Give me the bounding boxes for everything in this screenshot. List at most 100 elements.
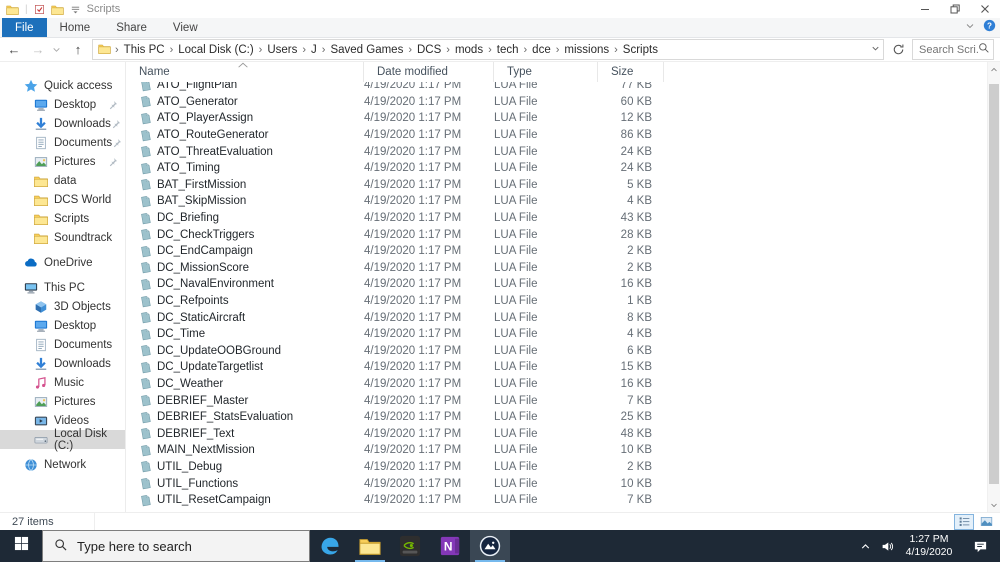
start-button[interactable] (0, 530, 42, 562)
tab-view[interactable]: View (160, 18, 211, 37)
sidebar-item-data[interactable]: data (0, 171, 125, 190)
taskbar-app-onenote[interactable]: N (430, 530, 470, 562)
sidebar-item-quick-access[interactable]: Quick access (0, 76, 125, 95)
sidebar-item-pictures[interactable]: Pictures (0, 152, 125, 171)
sidebar-item-dcs-world[interactable]: DCS World (0, 190, 125, 209)
taskbar-search[interactable]: Type here to search (42, 530, 310, 562)
breadcrumb-local-disk-c[interactable]: Local Disk (C:) (174, 44, 257, 56)
table-row[interactable]: DC_CheckTriggers 4/19/2020 1:17 PM LUA Fil… (126, 226, 987, 243)
customize-qat-chevron-icon[interactable] (70, 4, 81, 15)
breadcrumb-users[interactable]: Users (263, 44, 301, 56)
restore-button[interactable] (940, 0, 970, 18)
tab-home[interactable]: Home (47, 18, 104, 37)
table-row[interactable]: DC_EndCampaign 4/19/2020 1:17 PM LUA File 2… (126, 243, 987, 260)
close-button[interactable] (970, 0, 1000, 18)
tab-share[interactable]: Share (103, 18, 160, 37)
taskbar-app-active-app[interactable] (470, 530, 510, 562)
breadcrumb-scripts[interactable]: Scripts (619, 44, 662, 56)
file-date: 4/19/2020 1:17 PM (364, 195, 462, 208)
table-row[interactable]: ATO_PlayerAssign 4/19/2020 1:17 PM LUA Fil… (126, 110, 987, 127)
forward-button[interactable]: → (28, 40, 48, 60)
breadcrumb-mods[interactable]: mods (451, 44, 487, 56)
table-row[interactable]: DC_NavalEnvironment 4/19/2020 1:17 PM LUA … (126, 276, 987, 293)
table-row[interactable]: DEBRIEF_StatsEvaluation 4/19/2020 1:17 PM… (126, 409, 987, 426)
volume-icon[interactable] (876, 530, 898, 562)
expand-ribbon-chevron-icon[interactable] (964, 19, 976, 37)
action-center-icon[interactable] (960, 530, 1000, 562)
table-row[interactable]: DC_StaticAircraft 4/19/2020 1:17 PM LUA Fi… (126, 309, 987, 326)
taskbar-app-edge[interactable] (310, 530, 350, 562)
address-bar[interactable]: › This PC › Local Disk (C:) › Users › J › Saved G… (92, 39, 884, 60)
sidebar-item-downloads[interactable]: Downloads (0, 354, 125, 373)
table-row[interactable]: DC_UpdateTargetlist 4/19/2020 1:17 PM LUA … (126, 359, 987, 376)
sidebar-item-pictures[interactable]: Pictures (0, 392, 125, 411)
column-header-date[interactable]: Date modified (364, 62, 494, 82)
breadcrumb-this-pc[interactable]: This PC (120, 44, 169, 56)
breadcrumb-missions[interactable]: missions (560, 44, 613, 56)
properties-icon[interactable] (34, 4, 45, 15)
sidebar-item-documents[interactable]: Documents (0, 133, 125, 152)
table-row[interactable]: ATO_FlightPlan 4/19/2020 1:17 PM LUA File 7… (126, 82, 987, 94)
taskbar-app-nvidia[interactable] (390, 530, 430, 562)
table-row[interactable]: DC_MissionScore 4/19/2020 1:17 PM LUA File… (126, 260, 987, 277)
sidebar-item-network[interactable]: Network (0, 455, 125, 474)
details-view-button[interactable] (954, 513, 974, 530)
sidebar-item-desktop[interactable]: Desktop (0, 316, 125, 335)
sidebar-item-documents[interactable]: Documents (0, 335, 125, 354)
table-row[interactable]: ATO_RouteGenerator 4/19/2020 1:17 PM LUA F… (126, 127, 987, 144)
table-row[interactable]: DC_Refpoints 4/19/2020 1:17 PM LUA File 1 K… (126, 293, 987, 310)
taskbar-app-file-explorer[interactable] (350, 530, 390, 562)
help-icon[interactable]: ? (983, 19, 996, 37)
sidebar-item-desktop[interactable]: Desktop (0, 95, 125, 114)
scrollbar-thumb[interactable] (989, 84, 999, 484)
sidebar-item-music[interactable]: Music (0, 373, 125, 392)
column-header-type[interactable]: Type (494, 62, 598, 82)
table-row[interactable]: UTIL_Functions 4/19/2020 1:17 PM LUA File 1… (126, 475, 987, 492)
sidebar-item-soundtrack[interactable]: Soundtrack (0, 228, 125, 247)
back-button[interactable]: ← (4, 40, 24, 60)
column-header-size[interactable]: Size (598, 62, 664, 82)
sidebar-item-3d-objects[interactable]: 3D Objects (0, 297, 125, 316)
breadcrumb-dce[interactable]: dce (528, 44, 555, 56)
lua-file-icon (139, 178, 152, 191)
table-row[interactable]: DC_Time 4/19/2020 1:17 PM LUA File 4 KB (126, 326, 987, 343)
table-row[interactable]: BAT_SkipMission 4/19/2020 1:17 PM LUA File… (126, 193, 987, 210)
breadcrumb-j[interactable]: J (307, 44, 321, 56)
tab-file[interactable]: File (2, 18, 47, 37)
search-icon[interactable] (978, 41, 990, 59)
minimize-button[interactable] (910, 0, 940, 18)
scroll-down-icon[interactable] (988, 497, 1000, 512)
vertical-scrollbar[interactable] (987, 62, 1000, 512)
new-folder-icon[interactable] (50, 4, 64, 15)
table-row[interactable]: ATO_ThreatEvaluation 4/19/2020 1:17 PM LUA… (126, 143, 987, 160)
thumbnails-view-button[interactable] (976, 514, 996, 530)
hidden-icons-chevron-icon[interactable] (854, 530, 876, 562)
address-dropdown-chevron-icon[interactable] (870, 43, 881, 57)
recent-locations-chevron-icon[interactable] (52, 41, 64, 59)
sidebar-item-local-disk-c[interactable]: Local Disk (C:) (0, 428, 125, 452)
up-button[interactable]: ↑ (68, 40, 88, 60)
table-row[interactable]: UTIL_Debug 4/19/2020 1:17 PM LUA File 2 KB (126, 459, 987, 476)
breadcrumb-saved-games[interactable]: Saved Games (326, 44, 407, 56)
table-row[interactable]: ATO_Timing 4/19/2020 1:17 PM LUA File 24 KB (126, 160, 987, 177)
sidebar-item-scripts[interactable]: Scripts (0, 209, 125, 228)
search-box[interactable] (912, 39, 994, 60)
sidebar-item-this-pc[interactable]: This PC (0, 278, 125, 297)
search-input[interactable] (919, 43, 978, 56)
table-row[interactable]: DEBRIEF_Master 4/19/2020 1:17 PM LUA File 7… (126, 392, 987, 409)
taskbar-clock[interactable]: 1:27 PM 4/19/2020 (898, 533, 960, 559)
refresh-icon[interactable] (888, 43, 908, 56)
sidebar-item-downloads[interactable]: Downloads (0, 114, 125, 133)
table-row[interactable]: ATO_Generator 4/19/2020 1:17 PM LUA File 60… (126, 94, 987, 111)
table-row[interactable]: DC_Weather 4/19/2020 1:17 PM LUA File 16 KB (126, 376, 987, 393)
breadcrumb-dcs[interactable]: DCS (413, 44, 445, 56)
table-row[interactable]: BAT_FirstMission 4/19/2020 1:17 PM LUA Fil… (126, 177, 987, 194)
table-row[interactable]: MAIN_NextMission 4/19/2020 1:17 PM LUA Fil… (126, 442, 987, 459)
sidebar-item-onedrive[interactable]: OneDrive (0, 253, 125, 272)
table-row[interactable]: DEBRIEF_Text 4/19/2020 1:17 PM LUA File 48 … (126, 425, 987, 442)
table-row[interactable]: UTIL_ResetCampaign 4/19/2020 1:17 PM LUA F… (126, 492, 987, 509)
breadcrumb-tech[interactable]: tech (493, 44, 523, 56)
scroll-up-icon[interactable] (988, 62, 1000, 77)
table-row[interactable]: DC_UpdateOOBGround 4/19/2020 1:17 PM LUA F… (126, 343, 987, 360)
table-row[interactable]: DC_Briefing 4/19/2020 1:17 PM LUA File 43 K… (126, 210, 987, 227)
